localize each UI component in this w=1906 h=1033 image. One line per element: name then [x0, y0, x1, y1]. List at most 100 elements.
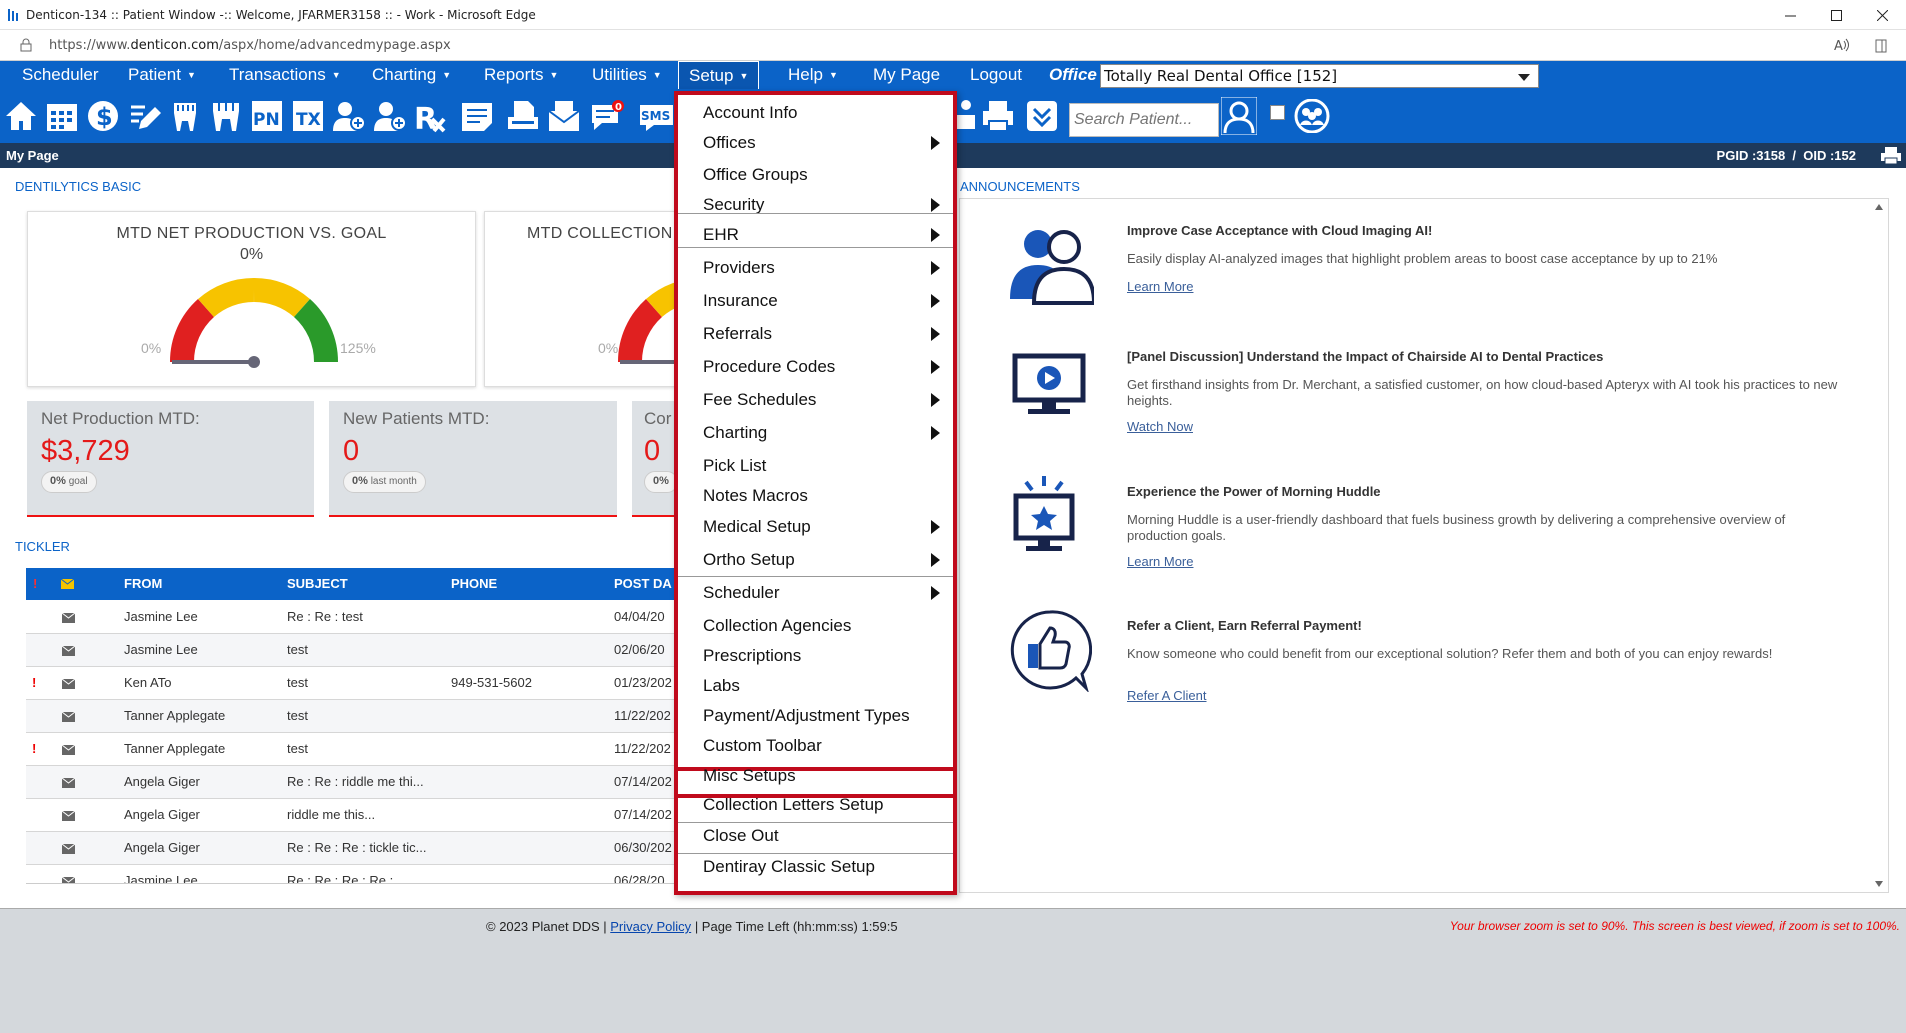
cell-post-date: 11/22/202: [614, 741, 671, 756]
nav-setup[interactable]: Setup ▼: [678, 61, 760, 89]
office-select[interactable]: Totally Real Dental Office [152]: [1100, 64, 1539, 88]
menu-item-ehr[interactable]: EHR: [678, 225, 953, 245]
cell-post-date: 06/28/20: [614, 873, 665, 883]
col-subject[interactable]: SUBJECT: [287, 576, 348, 591]
patient-search-icon[interactable]: [1221, 97, 1257, 135]
learn-more-link[interactable]: Learn More: [1127, 554, 1193, 569]
menu-item-notes-macros[interactable]: Notes Macros: [678, 486, 953, 506]
col-phone[interactable]: PHONE: [451, 576, 497, 591]
menu-item-close-out[interactable]: Close Out: [678, 826, 953, 846]
menu-item-payment-adjustment-types[interactable]: Payment/Adjustment Types: [678, 706, 953, 726]
tooth-icon[interactable]: [168, 99, 202, 133]
address-bar[interactable]: https://www.denticon.com/aspx/home/advan…: [0, 30, 1906, 61]
menu-item-account-info[interactable]: Account Info: [678, 103, 953, 123]
menu-item-labs[interactable]: Labs: [678, 676, 953, 696]
menu-item-misc-setups[interactable]: Misc Setups: [678, 766, 953, 786]
pn-icon[interactable]: PN: [250, 99, 284, 133]
refer-client-link[interactable]: Refer A Client: [1127, 688, 1207, 703]
table-row[interactable]: Jasmine Lee Re : Re : Re : Re : 06/28/20: [26, 865, 676, 883]
maximize-button[interactable]: [1813, 0, 1859, 30]
menu-item-ortho-setup[interactable]: Ortho Setup: [678, 550, 953, 570]
privacy-policy-link[interactable]: Privacy Policy: [610, 919, 691, 934]
tickler-title: TICKLER: [15, 539, 70, 554]
note-icon[interactable]: [460, 99, 494, 133]
menu-item-procedure-codes[interactable]: Procedure Codes: [678, 357, 953, 377]
minimize-button[interactable]: [1767, 0, 1813, 30]
nav-utilities[interactable]: Utilities ▼: [592, 61, 662, 89]
col-post-date[interactable]: POST DA: [614, 576, 672, 591]
read-aloud-icon[interactable]: A: [1834, 37, 1850, 53]
calendar-icon[interactable]: [45, 99, 79, 133]
flag-header: !: [33, 576, 38, 591]
browser-menu-icon[interactable]: [1873, 38, 1889, 54]
patient-plus-icon[interactable]: [373, 99, 407, 133]
nav-patient[interactable]: Patient ▼: [128, 61, 196, 89]
inbox-check-icon[interactable]: [1025, 99, 1059, 133]
cell-from: Jasmine Lee: [124, 642, 198, 657]
learn-more-link[interactable]: Learn More: [1127, 279, 1193, 294]
home-icon[interactable]: [4, 99, 38, 133]
table-row[interactable]: Angela Giger Re : Re : riddle me thi... 07…: [26, 766, 676, 799]
toolbar-checkbox[interactable]: [1270, 105, 1285, 120]
menu-item-medical-setup[interactable]: Medical Setup: [678, 517, 953, 537]
cell-from: Jasmine Lee: [124, 609, 198, 624]
envelope-icon: [62, 613, 75, 623]
table-row[interactable]: Jasmine Lee test 02/06/20: [26, 634, 676, 667]
envelope-icon: [62, 679, 75, 689]
message-icon[interactable]: 0: [590, 99, 624, 133]
teeth-icon[interactable]: [209, 99, 243, 133]
nav-my-page[interactable]: My Page: [873, 61, 940, 89]
nav-reports[interactable]: Reports ▼: [484, 61, 558, 89]
nav-logout[interactable]: Logout: [970, 61, 1022, 89]
menu-item-security[interactable]: Security: [678, 195, 953, 215]
table-row[interactable]: Angela Giger riddle me this... 07/14/202: [26, 799, 676, 832]
table-row[interactable]: ! Tanner Applegate test 11/22/202: [26, 733, 676, 766]
patient-add-icon[interactable]: [332, 99, 366, 133]
menu-item-prescriptions[interactable]: Prescriptions: [678, 646, 953, 666]
menu-item-custom-toolbar[interactable]: Custom Toolbar: [678, 736, 953, 756]
scrollbar[interactable]: [1870, 199, 1888, 892]
search-patient-input[interactable]: [1069, 103, 1219, 137]
menu-item-insurance[interactable]: Insurance: [678, 291, 953, 311]
cell-from: Ken ATo: [124, 675, 172, 690]
gauge-min: 0%: [598, 340, 619, 356]
print-page-icon[interactable]: [1881, 147, 1901, 164]
watch-now-link[interactable]: Watch Now: [1127, 419, 1193, 434]
menu-item-collection-letters-setup[interactable]: Collection Letters Setup: [678, 795, 953, 815]
family-icon[interactable]: [1293, 99, 1331, 133]
menu-item-scheduler[interactable]: Scheduler: [678, 583, 953, 603]
nav-charting[interactable]: Charting ▼: [372, 61, 451, 89]
dollar-icon[interactable]: $: [86, 99, 120, 133]
printer-icon[interactable]: [981, 99, 1015, 133]
menu-item-fee-schedules[interactable]: Fee Schedules: [678, 390, 953, 410]
menu-item-dentiray-classic-setup[interactable]: Dentiray Classic Setup: [678, 857, 953, 877]
pen-icon[interactable]: [127, 99, 161, 133]
menu-item-referrals[interactable]: Referrals: [678, 324, 953, 344]
menu-item-collection-agencies[interactable]: Collection Agencies: [678, 616, 953, 636]
mail-icon[interactable]: [547, 99, 581, 133]
table-row[interactable]: Jasmine Lee Re : Re : test 04/04/20: [26, 601, 676, 634]
scroll-down-icon[interactable]: [1875, 881, 1883, 887]
page-title: My Page: [6, 148, 59, 163]
menu-item-charting[interactable]: Charting: [678, 423, 953, 443]
table-row[interactable]: ! Ken ATo test 949-531-5602 01/23/202: [26, 667, 676, 700]
nav-transactions[interactable]: Transactions ▼: [229, 61, 341, 89]
col-from[interactable]: FROM: [124, 576, 162, 591]
rx-icon[interactable]: R: [414, 99, 448, 133]
close-window-button[interactable]: [1859, 0, 1905, 30]
sms-icon[interactable]: SMS: [640, 99, 673, 133]
table-row[interactable]: Angela Giger Re : Re : Re : tickle tic...…: [26, 832, 676, 865]
menu-item-offices[interactable]: Offices: [678, 133, 953, 153]
group-icon[interactable]: [955, 99, 977, 133]
nav-scheduler[interactable]: Scheduler: [22, 61, 99, 89]
menu-item-pick-list[interactable]: Pick List: [678, 456, 953, 476]
announcement-body: Get firsthand insights from Dr. Merchant…: [1127, 377, 1838, 408]
menu-item-providers[interactable]: Providers: [678, 258, 953, 278]
nav-help[interactable]: Help ▼: [788, 61, 838, 89]
scroll-up-icon[interactable]: [1875, 204, 1883, 210]
url-text[interactable]: https://www.denticon.com/aspx/home/advan…: [49, 38, 451, 53]
menu-item-office-groups[interactable]: Office Groups: [678, 165, 953, 185]
tx-icon[interactable]: TX: [291, 99, 325, 133]
print-doc-icon[interactable]: [506, 99, 540, 133]
table-row[interactable]: Tanner Applegate test 11/22/202: [26, 700, 676, 733]
